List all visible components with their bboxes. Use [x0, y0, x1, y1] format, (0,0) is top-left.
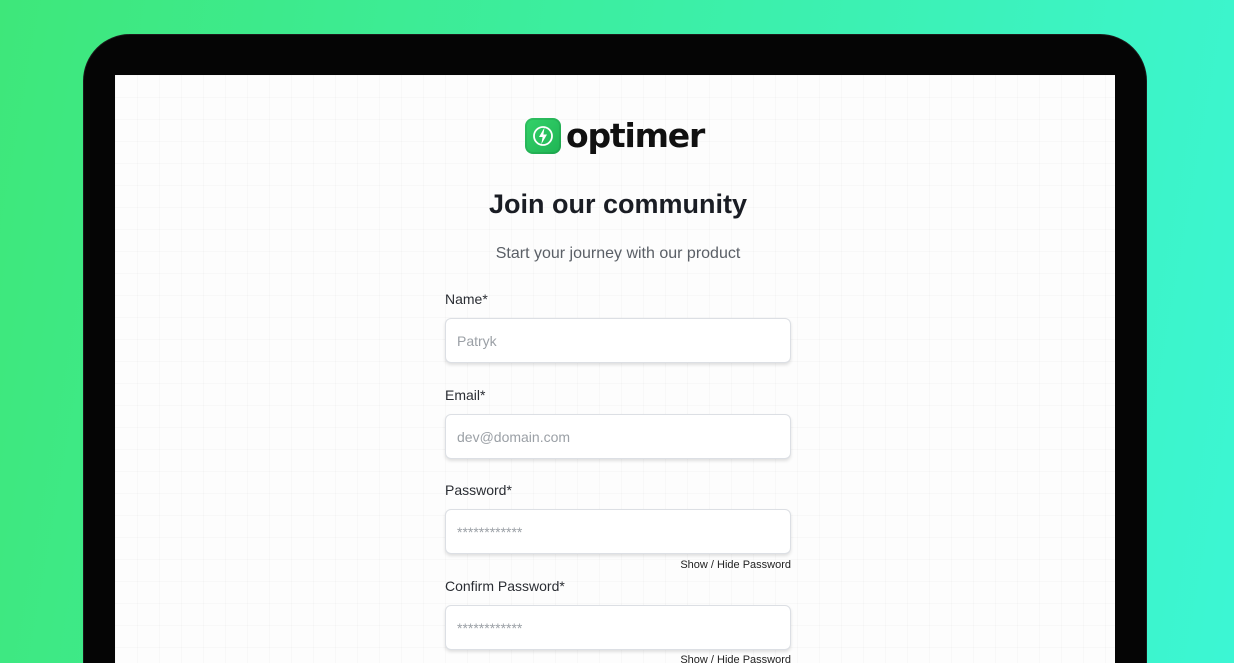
- password-visibility-toggle[interactable]: Show / Hide Password: [680, 559, 791, 571]
- name-input[interactable]: [445, 318, 791, 363]
- confirm-password-visibility-toggle[interactable]: Show / Hide Password: [680, 654, 791, 663]
- signup-page: optimer Join our community Start your jo…: [115, 75, 1115, 663]
- brand-logo: optimer: [525, 116, 705, 155]
- confirm-password-input[interactable]: [445, 605, 791, 650]
- page-title: Join our community: [488, 189, 748, 219]
- confirm-password-label: Confirm Password*: [445, 578, 565, 594]
- email-input[interactable]: [445, 414, 791, 459]
- password-input[interactable]: [445, 509, 791, 554]
- password-label: Password*: [445, 482, 512, 498]
- email-label: Email*: [445, 387, 486, 403]
- brand-name: optimer: [566, 116, 705, 155]
- page-subtitle: Start your journey with our product: [495, 245, 741, 262]
- name-label: Name*: [445, 291, 488, 307]
- lightning-bolt-icon: [525, 118, 561, 154]
